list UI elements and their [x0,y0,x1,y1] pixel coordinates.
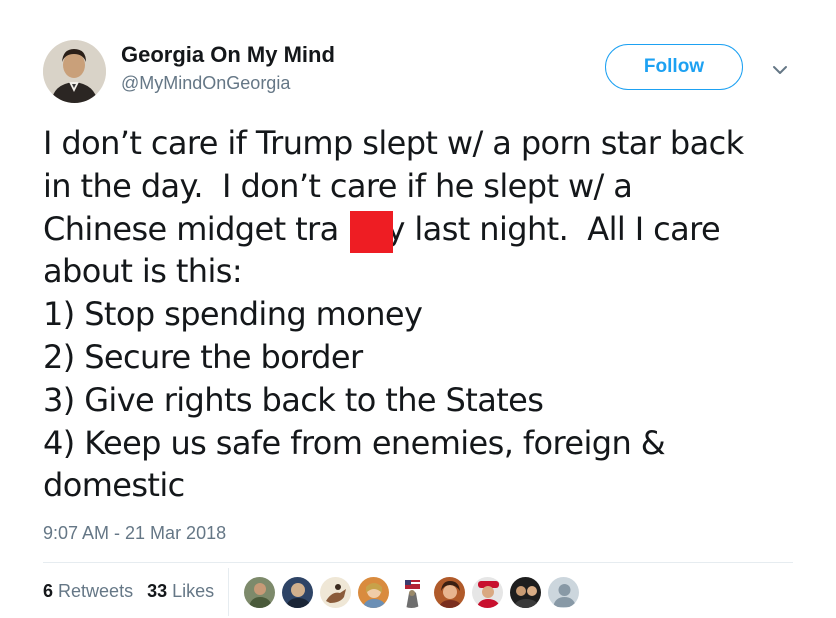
tweet-card: Georgia On My Mind @MyMindOnGeorgia Foll… [0,0,836,618]
stats-divider [228,568,229,616]
liker-avatar[interactable] [357,576,390,609]
liker-avatar[interactable] [509,576,542,609]
author-display-name[interactable]: Georgia On My Mind [121,42,335,68]
retweets-count: 6 [43,581,54,601]
chevron-down-icon[interactable] [769,59,791,81]
liker-avatar[interactable] [547,576,580,609]
tweet-stats: 6 Retweets 33 Likes [43,581,214,602]
likes-stat[interactable]: 33 Likes [147,581,214,602]
liker-avatar[interactable] [281,576,314,609]
likes-count: 33 [147,581,168,601]
author-avatar[interactable] [43,40,106,103]
divider [43,562,793,563]
retweets-stat[interactable]: 6 Retweets [43,581,133,602]
tweet-text: I don’t care if Trump slept w/ a porn st… [43,124,744,505]
avatar-portrait-icon [43,40,106,103]
liker-avatar[interactable] [243,576,276,609]
author-handle[interactable]: @MyMindOnGeorgia [121,73,290,94]
liker-avatar[interactable] [471,576,504,609]
retweets-label: Retweets [58,581,134,601]
tweet-timestamp[interactable]: 9:07 AM - 21 Mar 2018 [43,523,226,544]
follow-button[interactable]: Follow [605,44,743,90]
liker-avatar[interactable] [433,576,466,609]
redaction-block [350,211,393,253]
liker-avatar[interactable] [395,576,428,609]
liker-avatar[interactable] [319,576,352,609]
likes-label: Likes [172,581,215,601]
